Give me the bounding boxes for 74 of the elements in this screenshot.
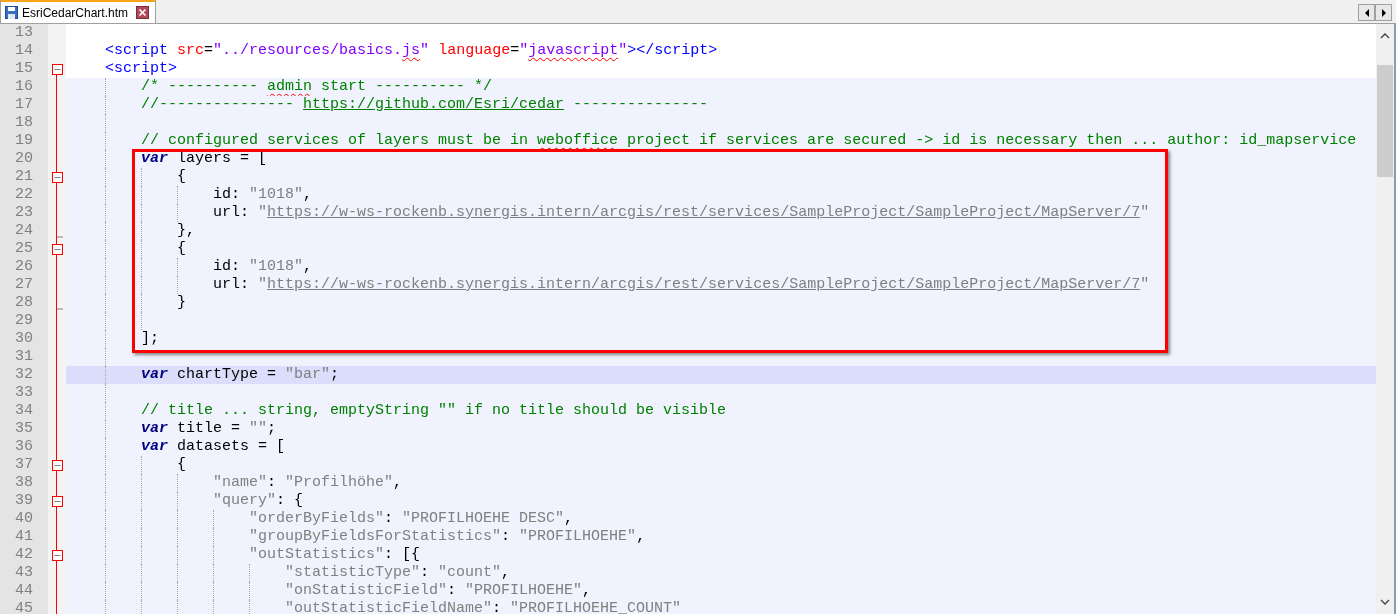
code-line: "query": { <box>212 492 304 509</box>
line-number: 45 <box>0 600 48 614</box>
code-line: <script> <box>104 60 178 77</box>
code-line: // configured services of layers must be in weboffice project if services are secured -> id is necessary then ... author: id_mapservice <box>140 132 1357 149</box>
line-number: 13 <box>0 24 48 42</box>
line-number: 34 <box>0 402 48 420</box>
line-number: 20 <box>0 150 48 168</box>
code-line: }, <box>176 222 196 239</box>
fold-end-icon <box>56 307 63 311</box>
line-number: 43 <box>0 564 48 582</box>
line-number: 35 <box>0 420 48 438</box>
code-line: /* ---------- admin start ---------- */ <box>140 78 493 95</box>
code-line: ]; <box>140 330 159 347</box>
scroll-right-button[interactable] <box>1375 4 1392 21</box>
fold-end-icon <box>56 235 63 239</box>
line-number: 15 <box>0 60 48 78</box>
url-link[interactable]: https://w-ws-rockenb.synergis.intern/arcgis/rest/services/SampleProject/SampleProject/MapServer/7 <box>267 204 1141 221</box>
scrollbar-thumb[interactable] <box>1377 65 1393 177</box>
code-line: // title ... string, emptyString "" if no title should be visible <box>140 402 727 419</box>
line-number: 27 <box>0 276 48 294</box>
line-number: 29 <box>0 312 48 330</box>
code-line: "orderByFields": "PROFILHOEHE DESC", <box>248 510 574 527</box>
right-arrow-icon <box>1380 8 1387 17</box>
code-line: "outStatisticFieldName": "PROFILHOEHE_COUNT" <box>284 600 682 614</box>
line-number: 39 <box>0 492 48 510</box>
scroll-up-icon[interactable] <box>1380 32 1390 39</box>
code-line: var chartType = "bar"; <box>140 366 340 383</box>
line-number: 37 <box>0 456 48 474</box>
code-line: "statisticType": "count", <box>284 564 511 581</box>
code-line: var datasets = [ <box>140 438 286 455</box>
line-number: 26 <box>0 258 48 276</box>
close-icon[interactable] <box>136 6 150 19</box>
line-number: 22 <box>0 186 48 204</box>
code-line: id: "1018", <box>212 258 313 275</box>
code-line: "outStatistics": [{ <box>248 546 421 563</box>
code-line: } <box>176 294 187 311</box>
line-number: 42 <box>0 546 48 564</box>
line-number: 33 <box>0 384 48 402</box>
code-line: { <box>176 168 187 185</box>
line-number: 25 <box>0 240 48 258</box>
line-number: 18 <box>0 114 48 132</box>
code-line: <script src="../resources/basics.js" language="javascript"></script> <box>104 42 718 59</box>
line-number: 36 <box>0 438 48 456</box>
line-number: 44 <box>0 582 48 600</box>
line-number: 16 <box>0 78 48 96</box>
line-number: 21 <box>0 168 48 186</box>
code-line: //--------------- https://github.com/Esri/cedar --------------- <box>140 96 709 113</box>
line-number: 24 <box>0 222 48 240</box>
code-line: "groupByFieldsForStatistics": "PROFILHOEHE", <box>248 528 646 545</box>
line-number: 14 <box>0 42 48 60</box>
line-number: 38 <box>0 474 48 492</box>
line-number: 40 <box>0 510 48 528</box>
code-line: url: "https://w-ws-rockenb.synergis.intern/arcgis/rest/services/SampleProject/SampleProject/MapServer/7" <box>212 204 1150 221</box>
code-line: { <box>176 456 187 473</box>
line-number: 28 <box>0 294 48 312</box>
line-number: 19 <box>0 132 48 150</box>
scroll-left-button[interactable] <box>1358 4 1375 21</box>
code-line: "onStatisticField": "PROFILHOEHE", <box>284 582 592 599</box>
line-number: 32 <box>0 366 48 384</box>
left-arrow-icon <box>1363 8 1370 17</box>
line-number: 17 <box>0 96 48 114</box>
code-line: var title = ""; <box>140 420 277 437</box>
code-line: "name": "Profilhöhe", <box>212 474 403 491</box>
code-line: id: "1018", <box>212 186 313 203</box>
line-number: 23 <box>0 204 48 222</box>
scroll-down-icon[interactable] <box>1380 599 1390 606</box>
line-number: 31 <box>0 348 48 366</box>
code-line: { <box>176 240 187 257</box>
code-line: url: "https://w-ws-rockenb.synergis.intern/arcgis/rest/services/SampleProject/SampleProject/MapServer/7" <box>212 276 1150 293</box>
line-number: 41 <box>0 528 48 546</box>
line-number: 30 <box>0 330 48 348</box>
url-link[interactable]: https://github.com/Esri/cedar <box>303 96 565 113</box>
url-link[interactable]: https://w-ws-rockenb.synergis.intern/arcgis/rest/services/SampleProject/SampleProject/MapServer/7 <box>267 276 1141 293</box>
file-tab[interactable]: EsriCedarChart.htm <box>0 0 157 23</box>
